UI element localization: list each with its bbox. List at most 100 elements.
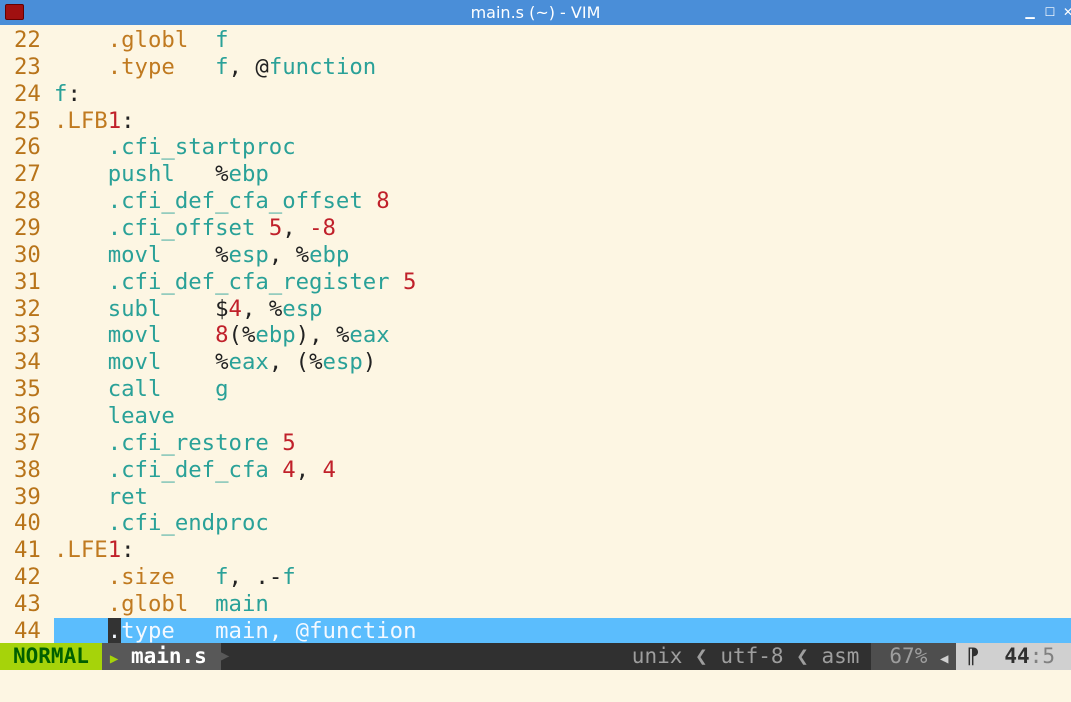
- code-text: .size f, .-f: [54, 564, 296, 591]
- file-encoding: utf-8: [720, 644, 784, 668]
- code-line[interactable]: 29 .cfi_offset 5, -8: [0, 215, 1071, 242]
- line-number: 36: [14, 403, 41, 430]
- code-token: eax: [349, 322, 390, 349]
- code-text: .LFE1:: [54, 537, 135, 564]
- code-token: movl: [107, 241, 162, 268]
- code-line[interactable]: 34 movl %eax, (%esp): [0, 349, 1071, 376]
- separator-arrow-icon: ▶: [109, 651, 119, 667]
- code-token: leave: [107, 403, 175, 430]
- separator-arrow-icon: ◀: [940, 651, 949, 667]
- code-line[interactable]: 30 movl %esp, %ebp: [0, 242, 1071, 269]
- code-line[interactable]: 35 call g: [0, 376, 1071, 403]
- code-token: .size: [107, 564, 175, 591]
- code-line[interactable]: 40 .cfi_endproc: [0, 510, 1071, 537]
- code-token: .globl: [107, 27, 189, 53]
- line-number: 30: [14, 241, 41, 268]
- line-number: 32: [14, 295, 41, 322]
- code-token: type: [121, 617, 175, 644]
- code-line[interactable]: 43 .globl main: [0, 591, 1071, 618]
- code-token: .LFE: [54, 537, 108, 564]
- code-token: , @: [228, 53, 269, 80]
- file-format: unix: [631, 644, 683, 668]
- code-line[interactable]: 27 pushl %ebp: [0, 161, 1071, 188]
- code-line[interactable]: 41 .LFE1:: [0, 537, 1071, 564]
- code-token: 1: [107, 107, 122, 134]
- code-line[interactable]: 31 .cfi_def_cfa_register 5: [0, 269, 1071, 296]
- minimize-button[interactable]: ▁: [1024, 5, 1036, 19]
- code-token: 8: [376, 188, 390, 215]
- code-token: -8: [309, 215, 336, 242]
- code-line[interactable]: 37 .cfi_restore 5: [0, 430, 1071, 457]
- code-token: :: [121, 107, 135, 134]
- close-button[interactable]: ✕: [1062, 5, 1071, 19]
- separator-arrow-icon: ▶: [220, 648, 230, 664]
- code-token: f: [282, 564, 296, 591]
- status-line: NORMAL ▶ main.s ▶ unix ❮ utf-8 ❮ asm 67% …: [0, 643, 1071, 670]
- code-token: ): [362, 349, 377, 376]
- code-token: movl: [107, 349, 162, 376]
- line-number: 29: [14, 215, 41, 242]
- code-text: movl %esp, %ebp: [54, 241, 350, 269]
- line-number: 25: [14, 107, 41, 134]
- code-text: .cfi_def_cfa_offset 8: [54, 188, 390, 215]
- file-name: main.s: [130, 644, 207, 668]
- code-line[interactable]: 22 .globl f: [0, 27, 1071, 54]
- code-line[interactable]: 38 .cfi_def_cfa 4, 4: [0, 457, 1071, 484]
- code-token: subl: [107, 295, 162, 322]
- code-line[interactable]: 23 .type f, @function: [0, 54, 1071, 81]
- code-text: .cfi_def_cfa_register 5: [54, 269, 417, 296]
- line-number-icon: ⁋: [966, 644, 980, 668]
- file-type: asm: [821, 644, 860, 668]
- code-token: g: [215, 376, 229, 403]
- code-token: esp: [228, 241, 269, 268]
- code-line[interactable]: 42 .size f, .-f: [0, 564, 1071, 591]
- code-text: .cfi_restore 5: [54, 430, 296, 457]
- mode-indicator: NORMAL: [0, 643, 102, 670]
- code-line[interactable]: 25 .LFB1:: [0, 108, 1071, 135]
- code-line[interactable]: 28 .cfi_def_cfa_offset 8: [0, 188, 1071, 215]
- code-line[interactable]: 24 f:: [0, 81, 1071, 108]
- code-token: (%: [228, 322, 256, 349]
- code-token: , %: [268, 241, 310, 268]
- code-token: %: [215, 241, 229, 268]
- code-text: leave: [54, 403, 175, 430]
- line-number: 39: [14, 483, 41, 510]
- code-line[interactable]: 44 .type main, @function: [0, 617, 1071, 645]
- code-token: %: [215, 349, 229, 376]
- code-text: .cfi_startproc: [54, 134, 296, 161]
- code-line[interactable]: 33 movl 8(%ebp), %eax: [0, 322, 1071, 349]
- line-number: 35: [14, 376, 41, 403]
- code-token: ebp: [228, 161, 269, 188]
- code-token: 1: [107, 537, 122, 564]
- code-token: esp: [282, 295, 323, 322]
- code-line[interactable]: 32 subl $4, %esp: [0, 296, 1071, 323]
- code-token: f: [54, 80, 68, 107]
- code-text: .cfi_def_cfa 4, 4: [54, 457, 336, 484]
- code-line[interactable]: 26 .cfi_startproc: [0, 134, 1071, 161]
- editor-buffer[interactable]: 22 .globl f 23 .type f, @function 24 f: 25 .L…: [0, 27, 1071, 645]
- code-text: movl 8(%ebp), %eax: [54, 322, 390, 349]
- code-token: $: [215, 295, 229, 322]
- window-title: main.s (~) - VIM: [470, 3, 601, 22]
- code-token: :: [121, 537, 135, 564]
- code-token: eax: [228, 349, 269, 376]
- maximize-button[interactable]: ☐: [1044, 5, 1056, 19]
- code-line[interactable]: 39 ret: [0, 484, 1071, 511]
- code-line[interactable]: 36 leave: [0, 403, 1071, 430]
- file-name-segment: ▶ main.s: [101, 643, 221, 670]
